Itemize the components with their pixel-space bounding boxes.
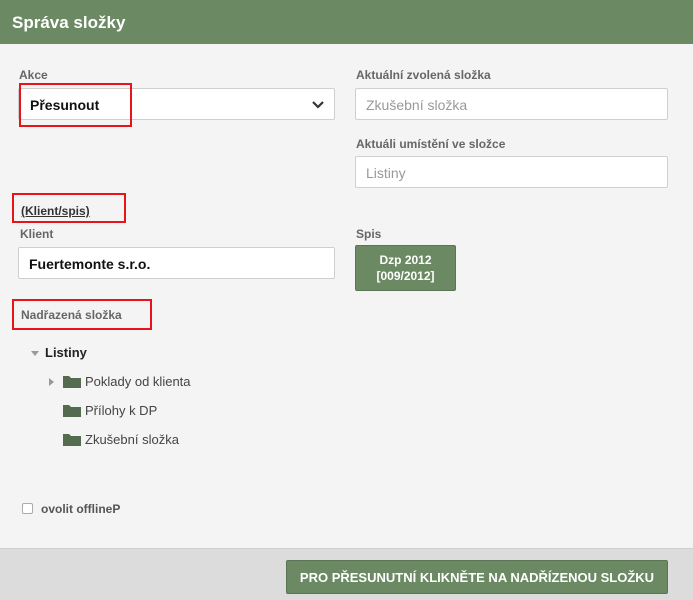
spis-button-line2: [009/2012]	[376, 269, 435, 283]
current-folder-field[interactable]: Zkušební složka	[355, 88, 668, 120]
akce-select[interactable]: Přesunout	[18, 88, 335, 120]
spis-label: Spis	[356, 227, 382, 241]
tree-root[interactable]: Listiny	[31, 345, 87, 360]
offline-checkbox-label: ovolit offlineP	[41, 502, 121, 516]
tree-root-label: Listiny	[45, 345, 87, 360]
move-submit-button[interactable]: PRO PŘESUNUTNÍ KLIKNĚTE NA NADŘÍZENOU SL…	[286, 560, 668, 594]
folder-icon	[63, 434, 81, 446]
tree-item-label: Zkušební složka	[85, 432, 179, 447]
dialog-header: Správa složky	[0, 0, 693, 44]
tree-item-zkusebni[interactable]: Zkušební složka	[63, 432, 179, 450]
akce-label: Akce	[19, 68, 48, 82]
current-location-field[interactable]: Listiny	[355, 156, 668, 188]
folder-icon	[63, 376, 81, 388]
tree-item-poklady[interactable]: Poklady od klienta	[49, 374, 191, 392]
chevron-down-icon	[312, 101, 324, 109]
folder-icon	[63, 405, 81, 417]
spis-button[interactable]: Dzp 2012 [009/2012]	[355, 245, 456, 291]
client-field[interactable]: Fuertemonte s.r.o.	[18, 247, 335, 279]
tree-item-prilohy[interactable]: Přílohy k DP	[63, 403, 157, 421]
spis-button-line1: Dzp 2012	[379, 253, 432, 267]
offline-checkbox[interactable]	[22, 503, 33, 514]
tree-item-label: Poklady od klienta	[85, 374, 191, 389]
dialog-title: Správa složky	[12, 13, 126, 32]
parent-folder-label: Nadřazená složka	[21, 308, 122, 322]
akce-selected-value: Přesunout	[30, 97, 100, 113]
current-location-label: Aktuáli umístění ve složce	[356, 137, 506, 151]
client-spis-link[interactable]: (Klient/spis)	[21, 204, 90, 218]
current-folder-label: Aktuální zvolená složka	[356, 68, 491, 82]
caret-down-icon	[31, 351, 39, 357]
tree-item-label: Přílohy k DP	[85, 403, 158, 418]
caret-right-icon[interactable]	[49, 378, 54, 386]
client-label: Klient	[20, 227, 54, 241]
